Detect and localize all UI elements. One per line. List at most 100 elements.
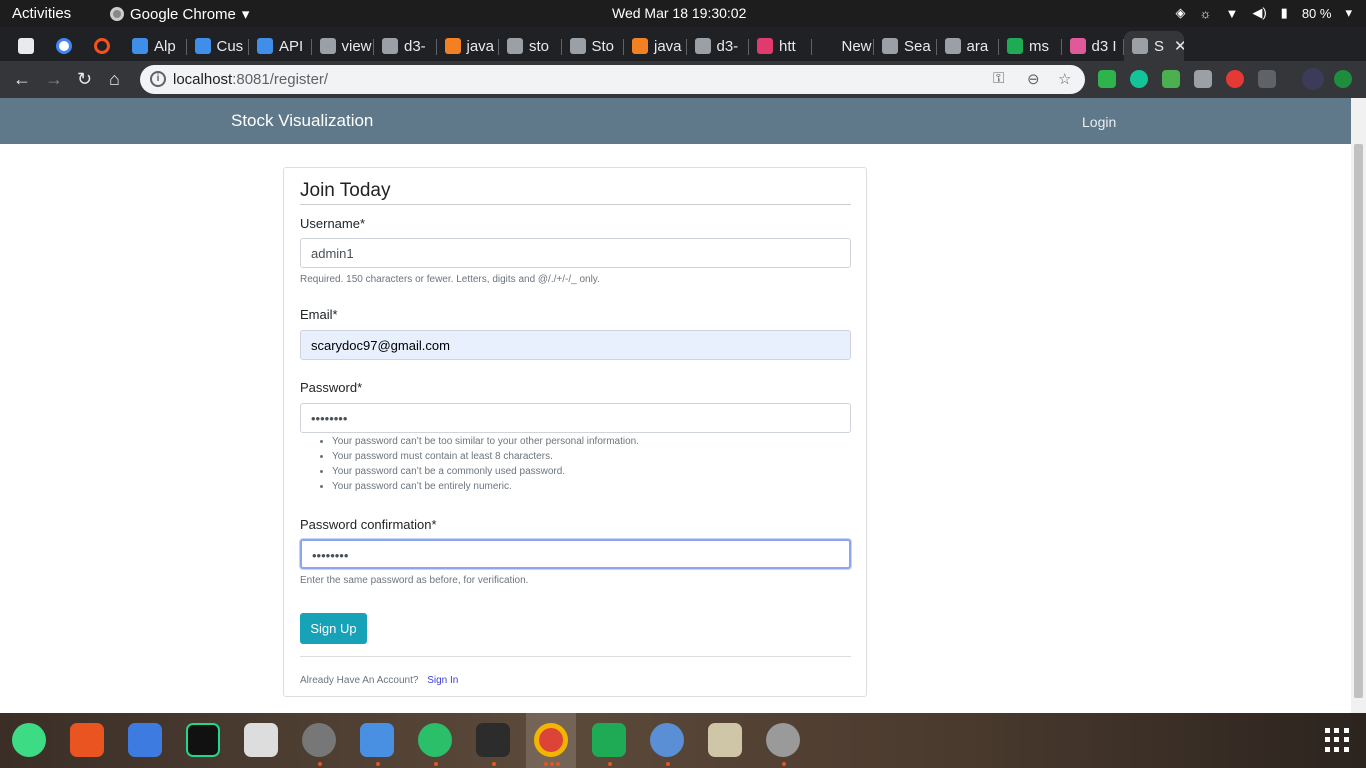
extension-icon[interactable]: [1194, 70, 1212, 88]
list-item: Your password can’t be too similar to yo…: [332, 436, 639, 451]
page-scrollbar[interactable]: [1351, 98, 1366, 713]
browser-tab[interactable]: S ✕: [1124, 31, 1184, 61]
running-indicator: [544, 762, 548, 766]
app-menu[interactable]: Google Chrome ▾: [110, 5, 249, 23]
pycharm-icon[interactable]: [186, 723, 220, 757]
extension-icon[interactable]: [1258, 70, 1276, 88]
activities-button[interactable]: Activities: [12, 5, 71, 22]
avatar[interactable]: [1302, 68, 1324, 90]
tab-google[interactable]: [48, 31, 82, 61]
clock[interactable]: Wed Mar 18 19:30:02: [612, 5, 746, 21]
back-button[interactable]: ←: [13, 69, 31, 90]
update-icon[interactable]: [1334, 70, 1352, 88]
username-field[interactable]: admin1: [300, 238, 851, 268]
browser-tab[interactable]: htt: [749, 31, 812, 61]
address-bar[interactable]: i localhost:8081/register/ ⚿ ⊖ ☆: [140, 65, 1085, 94]
app-icon[interactable]: [650, 723, 684, 757]
text-editor-icon[interactable]: [128, 723, 162, 757]
search-app-icon[interactable]: [244, 723, 278, 757]
archive-icon[interactable]: [708, 723, 742, 757]
password-field[interactable]: ••••••••: [300, 403, 851, 433]
google-icon: [56, 38, 72, 54]
tab-label: d3-: [404, 37, 426, 55]
username-label: Username*: [300, 216, 366, 231]
tab-label: ms: [1029, 37, 1049, 55]
browser-tab[interactable]: ara: [937, 31, 999, 61]
password-confirm-help: Enter the same password as before, for v…: [300, 575, 529, 586]
files-icon[interactable]: [360, 723, 394, 757]
address-url[interactable]: localhost:8081/register/: [173, 71, 328, 88]
tab-favicon-icon: [444, 38, 461, 54]
tab-favicon-icon: [132, 38, 148, 54]
browser-tab[interactable]: java: [624, 31, 687, 61]
tab-label: d3 I: [1091, 37, 1117, 55]
browser-tab[interactable]: Sto: [562, 31, 624, 61]
terminal-icon[interactable]: [476, 723, 510, 757]
password-confirm-label: Password confirmation*: [300, 517, 437, 532]
browser-tab[interactable]: view: [312, 31, 374, 61]
running-indicator: [550, 762, 554, 766]
chrome-icon[interactable]: [534, 723, 568, 757]
spreadsheet-icon[interactable]: [592, 723, 626, 757]
show-applications-icon[interactable]: [1325, 728, 1349, 752]
browser-toolbar: ← → ↻ ⌂ i localhost:8081/register/ ⚿ ⊖ ☆: [0, 61, 1366, 98]
extension-icon[interactable]: [1226, 70, 1244, 88]
browser-tab[interactable]: d3 I: [1062, 31, 1124, 61]
tab-label: d3-: [716, 37, 739, 55]
form-title: Join Today: [300, 180, 391, 201]
android-studio-icon[interactable]: [12, 723, 46, 757]
list-item: Your password can’t be entirely numeric.: [332, 481, 639, 496]
site-brand[interactable]: Stock Visualization: [231, 111, 373, 131]
tab-label: Sto: [591, 37, 615, 55]
grammarly-icon[interactable]: [1130, 70, 1148, 88]
atom-icon[interactable]: [418, 723, 452, 757]
running-indicator: [376, 762, 380, 766]
tab-favicon-icon: [819, 38, 836, 54]
browser-tab[interactable]: API: [249, 31, 312, 61]
email-field[interactable]: scarydoc97@gmail.com: [300, 330, 851, 360]
browser-tab[interactable]: d3-: [687, 31, 749, 61]
info-icon[interactable]: i: [150, 71, 166, 87]
sync-icon: ◈: [1175, 5, 1186, 20]
home-icon[interactable]: ⌂: [109, 69, 120, 90]
login-link[interactable]: Login: [1082, 114, 1116, 130]
extension-icon[interactable]: [1098, 70, 1116, 88]
browser-tab[interactable]: sto: [499, 31, 562, 61]
system-top-bar: Activities Google Chrome ▾ Wed Mar 18 19…: [0, 0, 1366, 27]
zoom-icon[interactable]: ⊖: [1027, 70, 1040, 88]
settings-gear-icon[interactable]: [302, 723, 336, 757]
already-have-account: Already Have An Account? Sign In: [300, 675, 458, 686]
tab-pinned-1[interactable]: [10, 31, 44, 61]
browser-tab[interactable]: java: [437, 31, 499, 61]
download-extension-icon[interactable]: [1162, 70, 1180, 88]
software-center-icon[interactable]: [70, 723, 104, 757]
browser-tab[interactable]: d3-: [374, 31, 437, 61]
browser-tab[interactable]: ms: [999, 31, 1062, 61]
already-text: Already Have An Account?: [300, 675, 419, 686]
scrollbar-thumb[interactable]: [1354, 144, 1363, 698]
tab-pinned-3[interactable]: [86, 31, 120, 61]
browser-tab[interactable]: Cus: [187, 31, 249, 61]
tab-favicon-icon: [569, 38, 586, 54]
sign-in-link[interactable]: Sign In: [427, 675, 458, 686]
key-icon[interactable]: ⚿: [993, 70, 1004, 87]
tab-favicon-icon: [194, 38, 211, 54]
close-tab-icon[interactable]: ✕: [1174, 37, 1184, 55]
running-indicator: [556, 762, 560, 766]
browser-tab[interactable]: Alp: [124, 31, 187, 61]
browser-tab[interactable]: Sea: [874, 31, 937, 61]
divider: [300, 656, 851, 657]
browser-tab[interactable]: New Ta: [812, 31, 874, 61]
bookmark-star-icon[interactable]: ☆: [1058, 70, 1071, 88]
email-label: Email*: [300, 307, 338, 322]
browser-tab-strip: Alp Cus API view d3- java sto Sto java d3- htt New …: [0, 27, 1366, 82]
system-tray[interactable]: ◈ ☼ ▼ ◀) ▮ 80 % ▾: [1176, 5, 1352, 21]
forward-button[interactable]: →: [45, 69, 63, 90]
reload-button[interactable]: ↻: [77, 69, 92, 90]
tab-label: java: [654, 37, 682, 55]
app-icon: [18, 38, 34, 54]
sign-up-button[interactable]: Sign Up: [300, 613, 367, 644]
password-confirm-field[interactable]: ••••••••: [300, 539, 851, 569]
disk-icon[interactable]: [766, 723, 800, 757]
tab-label: API: [279, 37, 304, 55]
